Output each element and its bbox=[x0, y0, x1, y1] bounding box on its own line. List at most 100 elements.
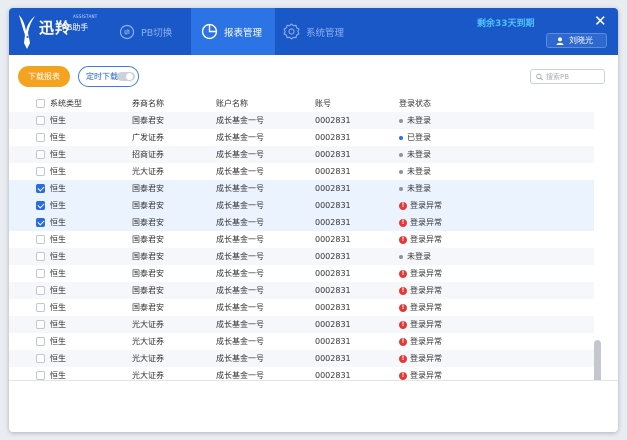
row-checkbox[interactable] bbox=[36, 201, 45, 210]
close-icon[interactable]: ✕ bbox=[594, 11, 607, 31]
table-row[interactable]: 恒生 国泰君安 成长基金一号 0002831 未登录 bbox=[9, 180, 594, 197]
error-icon: ! bbox=[399, 354, 407, 363]
table-row[interactable]: 恒生 国泰君安 成长基金一号 0002831! 登录异常 bbox=[9, 282, 594, 299]
status-text: 未登录 bbox=[407, 167, 431, 176]
cell-login-status: 未登录 bbox=[399, 180, 431, 197]
row-checkbox[interactable] bbox=[36, 116, 45, 125]
row-checkbox[interactable] bbox=[36, 167, 45, 176]
cell-login-status: 未登录 bbox=[399, 146, 431, 163]
cell-system-type: 恒生 bbox=[50, 116, 66, 125]
table-row[interactable]: 恒生 广发证券 成长基金一号 0002831 已登录 bbox=[9, 129, 594, 146]
error-icon: ! bbox=[399, 218, 407, 227]
cell-login-status: ! 登录异常 bbox=[399, 299, 442, 316]
select-all-checkbox[interactable] bbox=[36, 99, 45, 108]
user-icon bbox=[556, 36, 564, 45]
error-icon: ! bbox=[399, 303, 407, 312]
scheduled-download-label: 定时下载 bbox=[86, 72, 118, 81]
row-checkbox[interactable] bbox=[36, 235, 45, 244]
cell-account-name: 成长基金一号 bbox=[216, 218, 264, 227]
cell-login-status: 已登录 bbox=[399, 129, 431, 146]
cell-login-status: ! 登录异常 bbox=[399, 197, 442, 214]
table-row[interactable]: 恒生 国泰君安 成长基金一号 0002831! 登录异常 bbox=[9, 214, 594, 231]
table-row[interactable]: 恒生 国泰君安 成长基金一号 0002831! 登录异常 bbox=[9, 265, 594, 282]
row-checkbox[interactable] bbox=[36, 303, 45, 312]
cell-system-type: 恒生 bbox=[50, 320, 66, 329]
table-row[interactable]: 恒生 光大证券 成长基金一号 0002831! 登录异常 bbox=[9, 367, 594, 380]
cell-account-number: 0002831 bbox=[315, 150, 351, 159]
table-row[interactable]: 恒生 招商证券 成长基金一号 0002831 未登录 bbox=[9, 146, 594, 163]
status-text: 登录异常 bbox=[410, 303, 442, 312]
row-checkbox[interactable] bbox=[36, 252, 45, 261]
error-icon: ! bbox=[399, 320, 407, 329]
column-header-account-number: 账号 bbox=[315, 99, 331, 108]
row-checkbox[interactable] bbox=[36, 320, 45, 329]
search-icon bbox=[536, 73, 543, 80]
search-box[interactable] bbox=[530, 69, 605, 84]
cell-system-type: 恒生 bbox=[50, 235, 66, 244]
status-dot-icon bbox=[399, 135, 403, 140]
nav-tab-system-management[interactable]: 系统管理 bbox=[275, 8, 365, 55]
download-report-button[interactable]: 下载报表 bbox=[18, 66, 70, 87]
table-row[interactable]: 恒生 光大证券 成长基金一号 0002831! 登录异常 bbox=[9, 350, 594, 367]
column-header-account-name: 账户名称 bbox=[216, 99, 248, 108]
scheduled-download-toggle[interactable] bbox=[117, 72, 135, 81]
table-row[interactable]: 恒生 国泰君安 成长基金一号 0002831! 登录异常 bbox=[9, 197, 594, 214]
cell-broker: 光大证券 bbox=[132, 354, 164, 363]
footer-area bbox=[9, 380, 618, 432]
cell-login-status: ! 登录异常 bbox=[399, 282, 442, 299]
user-menu-button[interactable]: 刘晓光 bbox=[546, 33, 607, 48]
row-checkbox[interactable] bbox=[36, 354, 45, 363]
status-dot-icon bbox=[399, 186, 403, 191]
cell-account-number: 0002831 bbox=[315, 116, 351, 125]
row-checkbox[interactable] bbox=[36, 269, 45, 278]
table-row[interactable]: 恒生 光大证券 成长基金一号 0002831! 登录异常 bbox=[9, 316, 594, 333]
row-checkbox[interactable] bbox=[36, 286, 45, 295]
antelope-logo-icon bbox=[19, 15, 35, 49]
vertical-scrollbar[interactable] bbox=[594, 340, 601, 380]
nav-tab-report-management[interactable]: 报表管理 bbox=[191, 8, 275, 55]
search-input[interactable] bbox=[546, 72, 604, 81]
table-row[interactable]: 恒生 国泰君安 成长基金一号 0002831 未登录 bbox=[9, 112, 594, 129]
cell-login-status: ! 登录异常 bbox=[399, 265, 442, 282]
cell-account-name: 成长基金一号 bbox=[216, 303, 264, 312]
row-checkbox[interactable] bbox=[36, 150, 45, 159]
status-text: 登录异常 bbox=[410, 201, 442, 210]
cell-broker: 广发证券 bbox=[132, 133, 164, 142]
cell-broker: 国泰君安 bbox=[132, 235, 164, 244]
table-row[interactable]: 恒生 国泰君安 成长基金一号 0002831 未登录 bbox=[9, 248, 594, 265]
cell-system-type: 恒生 bbox=[50, 354, 66, 363]
table-row[interactable]: 恒生 国泰君安 成长基金一号 0002831! 登录异常 bbox=[9, 299, 594, 316]
cell-system-type: 恒生 bbox=[50, 184, 66, 193]
cell-system-type: 恒生 bbox=[50, 303, 66, 312]
cell-account-name: 成长基金一号 bbox=[216, 286, 264, 295]
status-dot-icon bbox=[399, 118, 403, 123]
status-text: 登录异常 bbox=[410, 218, 442, 227]
row-checkbox[interactable] bbox=[36, 337, 45, 346]
cell-broker: 光大证券 bbox=[132, 167, 164, 176]
row-checkbox[interactable] bbox=[36, 371, 45, 380]
status-text: 登录异常 bbox=[410, 235, 442, 244]
nav-tab-pb-switch[interactable]: PB切换 bbox=[107, 8, 191, 55]
cell-system-type: 恒生 bbox=[50, 218, 66, 227]
toolbar: 下载报表 定时下载 bbox=[9, 55, 618, 95]
row-checkbox[interactable] bbox=[36, 184, 45, 193]
app-window: 迅羚 ASSISTANT PB助手 PB切换 报表管理 系统管理 剩余33天到期… bbox=[9, 8, 618, 432]
cell-broker: 国泰君安 bbox=[132, 252, 164, 261]
column-header-login-status: 登录状态 bbox=[399, 99, 431, 108]
table-row[interactable]: 恒生 光大证券 成长基金一号 0002831 未登录 bbox=[9, 163, 594, 180]
table-row[interactable]: 恒生 光大证券 成长基金一号 0002831! 登录异常 bbox=[9, 333, 594, 350]
table-row[interactable]: 恒生 国泰君安 成长基金一号 0002831! 登录异常 bbox=[9, 231, 594, 248]
cell-account-name: 成长基金一号 bbox=[216, 184, 264, 193]
row-checkbox[interactable] bbox=[36, 133, 45, 142]
scheduled-download-control[interactable]: 定时下载 bbox=[78, 66, 139, 87]
column-header-system-type: 系统类型 bbox=[50, 99, 82, 108]
cell-account-number: 0002831 bbox=[315, 286, 351, 295]
error-icon: ! bbox=[399, 286, 407, 295]
cell-system-type: 恒生 bbox=[50, 201, 66, 210]
row-checkbox[interactable] bbox=[36, 218, 45, 227]
cell-account-number: 0002831 bbox=[315, 252, 351, 261]
cell-account-name: 成长基金一号 bbox=[216, 167, 264, 176]
cell-system-type: 恒生 bbox=[50, 150, 66, 159]
user-name: 刘晓光 bbox=[569, 36, 593, 45]
cell-login-status: ! 登录异常 bbox=[399, 231, 442, 248]
